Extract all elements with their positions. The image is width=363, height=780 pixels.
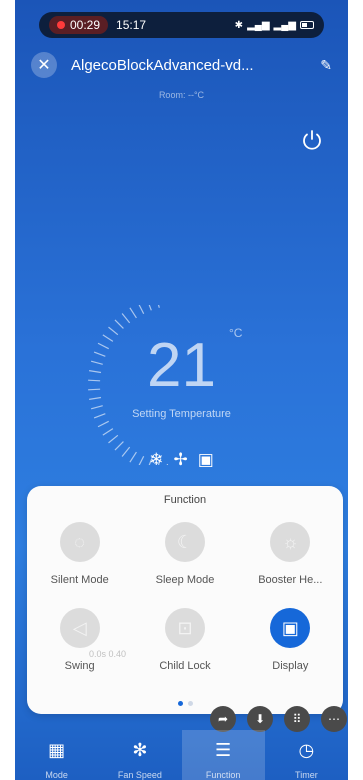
fan-icon: ✻	[132, 740, 148, 760]
tab-timer[interactable]: ◷ Timer	[265, 730, 348, 780]
function-panel: Function ◌ Silent Mode ☾ Sleep Mode ☼ Bo…	[27, 486, 343, 714]
tab-function[interactable]: ☰ Function	[181, 730, 265, 780]
function-child-lock[interactable]: ⊡ Child Lock	[132, 608, 237, 672]
status-icons: ✱ ▂▄▆ ▂▄▆	[235, 20, 314, 31]
dial-tick	[97, 420, 109, 428]
function-swing[interactable]: ◁ Swing	[27, 608, 132, 672]
function-grid: ◌ Silent Mode ☾ Sleep Mode ☼ Booster He.…	[27, 522, 343, 672]
lock-icon: ⊡	[164, 608, 205, 648]
dial-tick	[102, 428, 114, 436]
dial-tick	[108, 434, 119, 444]
floating-toolbar: ➦ ⬇ ⠿ ⋯	[210, 706, 347, 732]
mode-icon: ▦	[48, 740, 66, 760]
function-label: Silent Mode	[50, 574, 109, 586]
more-icon: ⋯	[328, 712, 340, 726]
dial-tick	[157, 305, 160, 308]
function-booster-heat[interactable]: ☼ Booster He...	[238, 522, 343, 586]
function-sleep-mode[interactable]: ☾ Sleep Mode	[132, 522, 237, 586]
grid-icon: ⠿	[292, 712, 302, 726]
clock-icon: ◷	[298, 740, 315, 760]
app-screen: 00:29 15:17 ✱ ▂▄▆ ▂▄▆ ✕ AlgecoBlockAdvan…	[15, 0, 348, 780]
tab-mode[interactable]: ▦ Mode	[15, 730, 98, 780]
status-bar: 00:29 15:17 ✱ ▂▄▆ ▂▄▆	[39, 12, 324, 38]
recording-indicator[interactable]: 00:29	[49, 16, 109, 34]
display-icon: ▣	[270, 608, 311, 648]
device-title: AlgecoBlockAdvanced-vd...	[71, 56, 254, 74]
snowflake-icon: ❄	[149, 450, 164, 469]
function-label: Booster He...	[258, 574, 323, 586]
active-mode-icons: ❄ ✢ ▣	[15, 450, 348, 470]
function-display[interactable]: ▣ Display	[238, 608, 343, 672]
display-status-icon: ▣	[197, 450, 214, 469]
signal-icon-2: ▂▄▆	[273, 19, 296, 31]
dial-tick	[148, 305, 152, 311]
dial-tick	[114, 319, 124, 329]
download-button[interactable]: ⬇	[247, 706, 273, 732]
dial-tick	[114, 441, 124, 451]
tab-label: Fan Speed	[117, 770, 162, 780]
clock: 15:17	[116, 18, 147, 32]
page-dot[interactable]	[187, 701, 193, 706]
silent-icon: ◌	[59, 522, 100, 562]
function-label: Sleep Mode	[155, 574, 215, 586]
function-label: Display	[272, 660, 309, 672]
menu-icon: ☰	[215, 740, 232, 760]
bottom-tab-bar: ▦ Mode ✻ Fan Speed ☰ Function ◷ Timer	[15, 730, 348, 780]
function-panel-title: Function	[163, 494, 207, 506]
dial-tick	[129, 307, 137, 319]
page-dot-active[interactable]	[177, 701, 183, 706]
recording-time: 00:29	[70, 18, 101, 32]
battery-icon	[300, 21, 314, 29]
function-silent-mode[interactable]: ◌ Silent Mode	[27, 522, 132, 586]
function-label: Child Lock	[159, 660, 211, 672]
tab-fan-speed[interactable]: ✻ Fan Speed	[98, 730, 181, 780]
tab-label: Timer	[295, 770, 318, 780]
record-icon	[57, 21, 65, 29]
signal-icon: ▂▄▆	[247, 19, 270, 31]
sun-icon: ☼	[270, 522, 311, 562]
share-button[interactable]: ➦	[210, 706, 236, 732]
close-icon: ✕	[37, 57, 51, 74]
fan-speed-icon: ✢	[173, 450, 188, 469]
bluetooth-icon: ✱	[234, 19, 244, 31]
room-temperature: Room: --°C	[158, 90, 205, 100]
swing-icon: ◁	[59, 608, 100, 648]
tab-label: Mode	[45, 770, 68, 780]
tab-label: Function	[205, 770, 241, 780]
more-button[interactable]: ⋯	[321, 706, 347, 732]
setting-temperature-label: Setting Temperature	[132, 408, 231, 420]
header: ✕ AlgecoBlockAdvanced-vd... ✎	[31, 50, 332, 80]
edit-icon[interactable]: ✎	[320, 57, 332, 74]
temperature-value: 21	[147, 331, 216, 400]
overlay-debug-text: 0.0s 0.40	[89, 649, 127, 659]
close-button[interactable]: ✕	[31, 52, 57, 78]
temperature-unit: °C	[229, 326, 243, 340]
download-icon: ⬇	[254, 712, 266, 726]
dial-tick	[138, 305, 145, 314]
power-icon[interactable]	[300, 128, 324, 152]
dial-tick	[121, 313, 131, 324]
share-icon: ➦	[217, 712, 229, 726]
moon-icon: ☾	[164, 522, 205, 562]
grid-button[interactable]: ⠿	[284, 706, 310, 732]
function-label: Swing	[64, 660, 95, 672]
